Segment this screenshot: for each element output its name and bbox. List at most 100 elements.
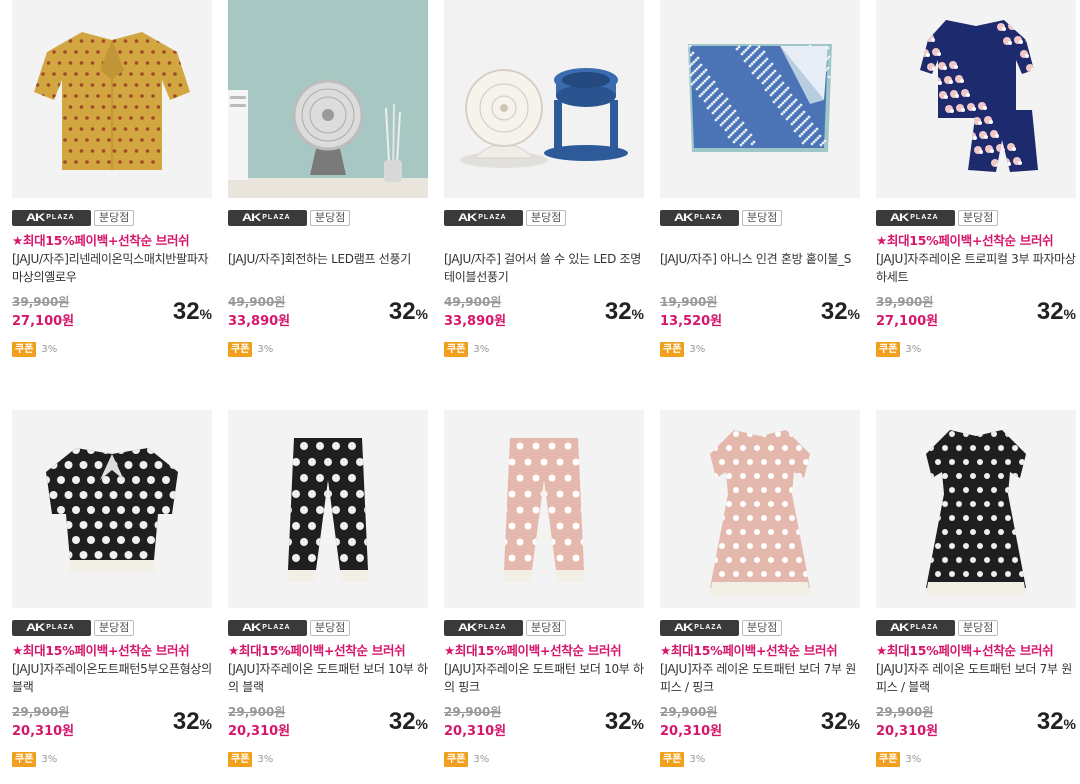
- product-name[interactable]: [JAJU/자주] 걸어서 쓸 수 있는 LED 조명테이블선풍기: [444, 250, 644, 286]
- product-image[interactable]: [444, 410, 644, 608]
- product-grid: AK PLAZA 분당점 ★최대15%페이백+선착순 브러쉬 [JAJU/자주]리넨레이…: [0, 0, 1080, 784]
- product-image[interactable]: [660, 410, 860, 608]
- discount-rate: 32%: [821, 298, 860, 326]
- product-card[interactable]: AK PLAZA 분당점 ★최대15%페이백+선착순 브러쉬 [JAJU]자주레이온 트…: [876, 0, 1076, 380]
- discount-unit: %: [631, 716, 644, 732]
- ak-logo-mark: AK: [674, 621, 693, 634]
- product-image[interactable]: [12, 0, 212, 198]
- coupon-info: 쿠폰 3%: [444, 752, 489, 767]
- discount-value: 32: [1036, 708, 1064, 735]
- coupon-rate: 3%: [41, 754, 58, 765]
- product-image[interactable]: [876, 410, 1076, 608]
- store-badges: AK PLAZA 분당점: [12, 619, 135, 636]
- product-card[interactable]: AK PLAZA 분당점 ★최대15%페이백+선착순 브러쉬 [JAJU]자주레이온 도…: [228, 410, 428, 784]
- store-badges: AK PLAZA 분당점: [876, 209, 999, 226]
- product-card[interactable]: AK PLAZA 분당점 ★최대15%페이백+선착순 브러쉬 [JAJU]자주 레이온 …: [660, 410, 860, 784]
- store-badges: AK PLAZA 분당점: [228, 209, 351, 226]
- sale-price: 20,310원: [444, 724, 507, 739]
- original-price: 39,900원: [12, 295, 70, 309]
- ak-plaza-logo: AK PLAZA: [12, 209, 91, 226]
- product-name[interactable]: [JAJU/자주] 아니스 인견 혼방 홑이불_S: [660, 250, 860, 268]
- product-card[interactable]: AK PLAZA 분당점 ★최대15%페이백+선착순 브러쉬 [JAJU/자주]리넨레이…: [12, 0, 212, 380]
- promo-text: ★최대15%페이백+선착순 브러쉬: [876, 643, 1054, 658]
- product-image[interactable]: [228, 410, 428, 608]
- ak-logo-word: PLAZA: [694, 214, 723, 221]
- ak-logo-mark: AK: [26, 621, 45, 634]
- sale-price: 13,520원: [660, 314, 723, 329]
- promo-text: ★최대15%페이백+선착순 브러쉬: [12, 643, 190, 658]
- product-card[interactable]: AK PLAZA 분당점 ★최대15%페이백+선착순 브러쉬 [JAJU]자주레이온도트…: [12, 410, 212, 784]
- branch-badge: 분당점: [958, 619, 999, 636]
- discount-unit: %: [1063, 306, 1076, 322]
- original-price: 29,900원: [660, 705, 718, 719]
- ak-logo-mark: AK: [890, 621, 909, 634]
- ak-plaza-logo: AK PLAZA: [228, 209, 307, 226]
- sale-price: 20,310원: [876, 724, 939, 739]
- coupon-badge: 쿠폰: [228, 342, 253, 357]
- coupon-info: 쿠폰 3%: [228, 752, 273, 767]
- coupon-badge: 쿠폰: [228, 752, 253, 767]
- ak-logo-mark: AK: [890, 211, 909, 224]
- original-price: 39,900원: [876, 295, 934, 309]
- coupon-rate: 3%: [473, 344, 490, 355]
- product-name[interactable]: [JAJU/자주]회전하는 LED램프 선풍기: [228, 250, 428, 268]
- ak-logo-mark: AK: [458, 211, 477, 224]
- discount-rate: 32%: [173, 298, 212, 326]
- discount-unit: %: [199, 716, 212, 732]
- coupon-badge: 쿠폰: [12, 752, 37, 767]
- product-name[interactable]: [JAJU]자주레이온 도트패턴 보더 10부 하의 블랙: [228, 660, 428, 696]
- discount-unit: %: [415, 306, 428, 322]
- discount-value: 32: [604, 708, 632, 735]
- product-name[interactable]: [JAJU]자주 레이온 도트패턴 보더 7부 원피스 / 블랙: [876, 660, 1076, 696]
- product-image[interactable]: [660, 0, 860, 198]
- branch-badge: 분당점: [742, 619, 783, 636]
- coupon-info: 쿠폰 3%: [228, 342, 273, 357]
- coupon-rate: 3%: [41, 344, 58, 355]
- original-price: 49,900원: [444, 295, 502, 309]
- coupon-badge: 쿠폰: [876, 342, 901, 357]
- sale-price: 20,310원: [12, 724, 75, 739]
- coupon-info: 쿠폰 3%: [660, 752, 705, 767]
- discount-rate: 32%: [173, 708, 212, 736]
- coupon-rate: 3%: [905, 344, 922, 355]
- product-image[interactable]: [12, 410, 212, 608]
- original-price: 29,900원: [876, 705, 934, 719]
- product-name[interactable]: [JAJU]자주레이온 도트패턴 보더 10부 하의 핑크: [444, 660, 644, 696]
- store-badges: AK PLAZA 분당점: [12, 209, 135, 226]
- promo-text: ★최대15%페이백+선착순 브러쉬: [12, 233, 190, 248]
- coupon-rate: 3%: [905, 754, 922, 765]
- product-image[interactable]: [228, 0, 428, 198]
- branch-badge: 분당점: [526, 619, 567, 636]
- product-name[interactable]: [JAJU/자주]리넨레이온믹스매치반팔파자마상의옐로우: [12, 250, 212, 286]
- discount-value: 32: [388, 708, 416, 735]
- product-image[interactable]: [876, 0, 1076, 198]
- product-card[interactable]: AK PLAZA 분당점 [JAJU/자주]회전하는 LED램프 선풍기 49,900원…: [228, 0, 428, 380]
- branch-badge: 분당점: [526, 209, 567, 226]
- product-image[interactable]: [444, 0, 644, 198]
- ak-logo-word: PLAZA: [910, 624, 939, 631]
- discount-value: 32: [172, 708, 200, 735]
- discount-value: 32: [820, 708, 848, 735]
- product-name[interactable]: [JAJU]자주 레이온 도트패턴 보더 7부 원피스 / 핑크: [660, 660, 860, 696]
- sale-price: 20,310원: [660, 724, 723, 739]
- discount-value: 32: [820, 298, 848, 325]
- sale-price: 27,100원: [12, 314, 75, 329]
- product-card[interactable]: AK PLAZA 분당점 [JAJU/자주] 아니스 인견 혼방 홑이불_S 19,90…: [660, 0, 860, 380]
- ak-plaza-logo: AK PLAZA: [444, 209, 523, 226]
- store-badges: AK PLAZA 분당점: [444, 209, 567, 226]
- product-name[interactable]: [JAJU]자주레이온 트로피컬 3부 파자마상하세트: [876, 250, 1076, 286]
- ak-logo-word: PLAZA: [262, 624, 291, 631]
- coupon-badge: 쿠폰: [660, 342, 685, 357]
- product-card[interactable]: AK PLAZA 분당점 ★최대15%페이백+선착순 브러쉬 [JAJU]자주 레이온 …: [876, 410, 1076, 784]
- product-card[interactable]: AK PLAZA 분당점 [JAJU/자주] 걸어서 쓸 수 있는 LED 조명테이블…: [444, 0, 644, 380]
- discount-unit: %: [1063, 716, 1076, 732]
- product-card[interactable]: AK PLAZA 분당점 ★최대15%페이백+선착순 브러쉬 [JAJU]자주레이온 도…: [444, 410, 644, 784]
- store-badges: AK PLAZA 분당점: [660, 209, 783, 226]
- coupon-rate: 3%: [257, 344, 274, 355]
- store-badges: AK PLAZA 분당점: [444, 619, 567, 636]
- sale-price: 33,890원: [228, 314, 291, 329]
- coupon-badge: 쿠폰: [660, 752, 685, 767]
- ak-logo-word: PLAZA: [478, 624, 507, 631]
- product-name[interactable]: [JAJU]자주레이온도트패턴5부오픈형상의블랙: [12, 660, 212, 696]
- discount-value: 32: [1036, 298, 1064, 325]
